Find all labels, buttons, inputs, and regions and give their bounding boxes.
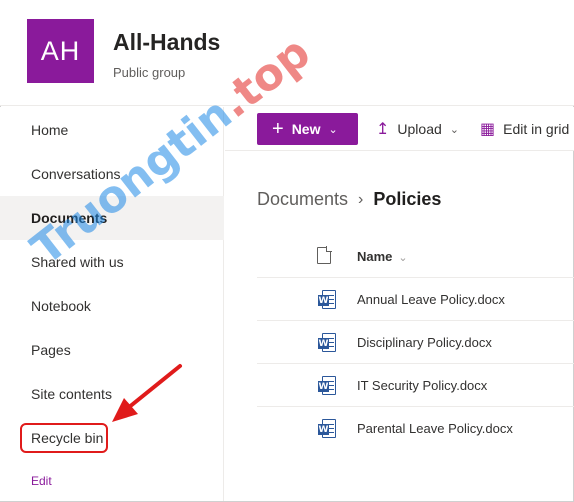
nav-item-documents[interactable]: Documents — [0, 196, 224, 240]
recycle-bin-highlight — [20, 423, 108, 453]
list-item[interactable]: W Annual Leave Policy.docx — [257, 278, 574, 321]
plus-icon: + — [272, 118, 284, 140]
nav-edit-link[interactable]: Edit — [31, 474, 52, 488]
word-document-icon: W — [318, 419, 336, 439]
list-item[interactable]: W IT Security Policy.docx — [257, 364, 574, 407]
word-document-icon: W — [318, 333, 336, 353]
file-type-column-icon[interactable] — [317, 246, 332, 264]
site-logo[interactable]: AH — [27, 19, 94, 83]
word-document-icon: W — [318, 290, 336, 310]
site-title[interactable]: All-Hands — [113, 29, 220, 56]
file-name[interactable]: Disciplinary Policy.docx — [357, 335, 492, 350]
breadcrumb-current-folder: Policies — [373, 189, 442, 209]
site-privacy-label: Public group — [113, 65, 186, 80]
file-name[interactable]: IT Security Policy.docx — [357, 378, 487, 393]
upload-label: Upload — [397, 121, 442, 137]
edit-in-grid-button[interactable]: ▦ Edit in grid — [480, 119, 569, 139]
new-button-label: New — [291, 121, 321, 137]
nav-item-notebook[interactable]: Notebook — [0, 284, 224, 328]
chevron-down-icon: ⌄ — [449, 123, 459, 136]
breadcrumb-documents[interactable]: Documents — [257, 189, 348, 210]
list-header: Name ⌄ — [257, 235, 574, 278]
word-document-icon: W — [318, 376, 336, 396]
nav-item-pages[interactable]: Pages — [0, 328, 224, 372]
chevron-right-icon: › — [358, 190, 364, 208]
list-item[interactable]: W Disciplinary Policy.docx — [257, 321, 574, 364]
grid-icon: ▦ — [480, 121, 496, 138]
breadcrumb: Documents › Policies — [257, 189, 441, 210]
new-button[interactable]: + New ⌄ — [257, 113, 358, 145]
file-name[interactable]: Parental Leave Policy.docx — [357, 421, 513, 436]
document-list: Name ⌄ W Annual Leave Policy.docx W Disci… — [257, 235, 574, 450]
upload-arrow-icon: ↥ — [376, 121, 390, 138]
name-column-label: Name — [357, 249, 393, 264]
site-header: AH All-Hands Public group — [0, 0, 574, 106]
file-name[interactable]: Annual Leave Policy.docx — [357, 292, 505, 307]
list-item[interactable]: W Parental Leave Policy.docx — [257, 407, 574, 450]
edit-in-grid-label: Edit in grid — [503, 121, 570, 137]
nav-item-shared-with-us[interactable]: Shared with us — [0, 240, 224, 284]
upload-button[interactable]: ↥ Upload ⌄ — [376, 119, 459, 139]
chevron-down-icon: ⌄ — [328, 123, 338, 136]
chevron-down-icon: ⌄ — [398, 252, 408, 264]
nav-item-conversations[interactable]: Conversations — [0, 152, 224, 196]
name-column-header[interactable]: Name ⌄ — [357, 249, 408, 264]
nav-item-home[interactable]: Home — [0, 108, 224, 152]
command-bar: + New ⌄ ↥ Upload ⌄ ▦ Edit in grid — [225, 107, 574, 151]
nav-item-site-contents[interactable]: Site contents — [0, 372, 224, 416]
